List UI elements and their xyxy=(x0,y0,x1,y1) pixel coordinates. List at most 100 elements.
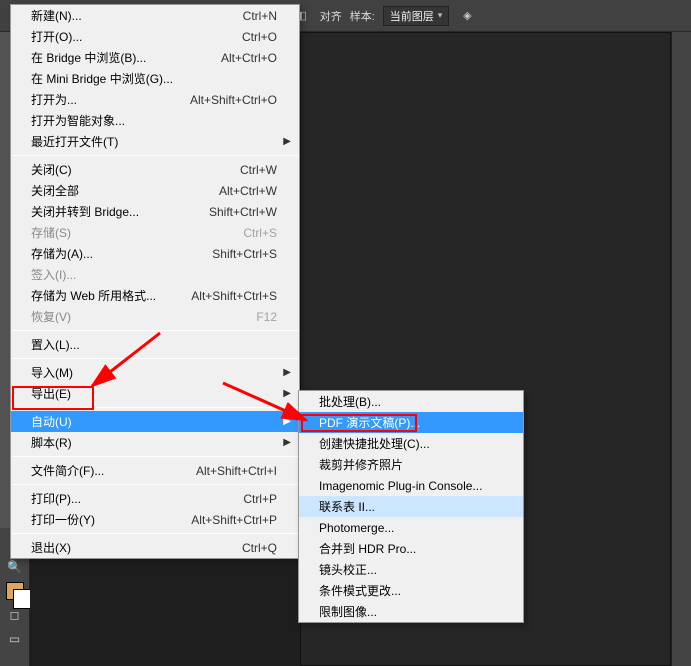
menu-item[interactable]: 镜头校正... xyxy=(299,559,523,580)
menu-item[interactable]: 自动(U) ▶ xyxy=(11,411,299,432)
screenmode-icon[interactable]: ▭ xyxy=(6,630,24,648)
menu-item-label: 打印一份(Y) xyxy=(31,511,95,528)
menu-item-label: 导出(E) xyxy=(31,385,71,402)
menu-item[interactable]: Photomerge... xyxy=(299,517,523,538)
submenu-arrow-icon: ▶ xyxy=(283,367,291,378)
sample-label: 样本: xyxy=(350,8,375,24)
menu-shortcut: Shift+Ctrl+S xyxy=(212,247,277,261)
menu-item[interactable]: 打开(O)...Ctrl+O xyxy=(11,26,299,47)
menu-item[interactable]: 关闭并转到 Bridge... Shift+Ctrl+W xyxy=(11,201,299,222)
menu-item-label: 限制图像... xyxy=(319,603,377,620)
menu-item-label: 新建(N)... xyxy=(31,7,82,24)
menu-item[interactable]: 最近打开文件(T) ▶ xyxy=(11,131,299,152)
menu-item-label: 打开为... xyxy=(31,91,77,108)
align-label: 对齐 xyxy=(320,8,342,24)
menu-item: 签入(I)... xyxy=(11,264,299,285)
menu-shortcut: Shift+Ctrl+W xyxy=(209,205,277,219)
menu-item-label: 关闭全部 xyxy=(31,182,79,199)
menu-shortcut: Ctrl+P xyxy=(243,492,277,506)
menu-item[interactable]: 关闭全部 Alt+Ctrl+W xyxy=(11,180,299,201)
menu-separator xyxy=(12,484,298,485)
menu-item-label: 存储为 Web 所用格式... xyxy=(31,287,156,304)
menu-item[interactable]: 批处理(B)... xyxy=(299,391,523,412)
menu-item-label: Imagenomic Plug-in Console... xyxy=(319,479,482,493)
menu-shortcut: Alt+Ctrl+W xyxy=(219,184,277,198)
menu-item-label: 文件简介(F)... xyxy=(31,462,104,479)
menu-item-label: 在 Bridge 中浏览(B)... xyxy=(31,49,146,66)
menu-item-label: 脚本(R) xyxy=(31,434,72,451)
menu-shortcut: Alt+Ctrl+O xyxy=(221,51,277,65)
menu-item-label: 打印(P)... xyxy=(31,490,81,507)
menu-separator xyxy=(12,358,298,359)
submenu-arrow-icon: ▶ xyxy=(283,136,291,147)
menu-separator xyxy=(12,533,298,534)
submenu-arrow-icon: ▶ xyxy=(283,437,291,448)
menu-separator xyxy=(12,407,298,408)
menu-item[interactable]: 打开为智能对象... xyxy=(11,110,299,131)
menu-item[interactable]: 退出(X) Ctrl+Q xyxy=(11,537,299,558)
menu-item[interactable]: 存储为 Web 所用格式... Alt+Shift+Ctrl+S xyxy=(11,285,299,306)
menu-item-label: 签入(I)... xyxy=(31,266,76,283)
menu-item-label: 置入(L)... xyxy=(31,336,80,353)
menu-item-label: 存储(S) xyxy=(31,224,71,241)
menu-shortcut: Ctrl+W xyxy=(240,163,277,177)
menu-item[interactable]: 新建(N)... Ctrl+N xyxy=(11,5,299,26)
menu-item-label: 打开为智能对象... xyxy=(31,112,125,129)
menu-item[interactable]: 裁剪并修齐照片 xyxy=(299,454,523,475)
menu-item-label: 创建快捷批处理(C)... xyxy=(319,435,430,452)
menu-item[interactable]: 限制图像... xyxy=(299,601,523,622)
menu-item-label: 合并到 HDR Pro... xyxy=(319,540,416,557)
menu-shortcut: Ctrl+Q xyxy=(242,541,277,555)
menu-item[interactable]: Imagenomic Plug-in Console... xyxy=(299,475,523,496)
menu-shortcut: Ctrl+O xyxy=(242,30,277,44)
menu-item[interactable]: 打印(P)... Ctrl+P xyxy=(11,488,299,509)
file-menu: 新建(N)...Ctrl+N打开(O)...Ctrl+O在 Bridge 中浏览… xyxy=(10,4,300,559)
menu-item-label: 关闭(C) xyxy=(31,161,72,178)
menu-item-label: Photomerge... xyxy=(319,521,394,535)
menu-separator xyxy=(12,456,298,457)
menu-item[interactable]: 打印一份(Y)Alt+Shift+Ctrl+P xyxy=(11,509,299,530)
panel-strip xyxy=(671,32,691,666)
menu-item: 恢复(V)F12 xyxy=(11,306,299,327)
menu-shortcut: Alt+Shift+Ctrl+I xyxy=(196,464,277,478)
menu-item[interactable]: 创建快捷批处理(C)... xyxy=(299,433,523,454)
menu-item-label: 在 Mini Bridge 中浏览(G)... xyxy=(31,70,173,87)
menu-item[interactable]: 联系表 II... xyxy=(299,496,523,517)
menu-item-label: 退出(X) xyxy=(31,539,71,556)
menu-item[interactable]: 存储为(A)... Shift+Ctrl+S xyxy=(11,243,299,264)
menu-item: 存储(S) Ctrl+S xyxy=(11,222,299,243)
sample-value[interactable]: 当前图层▾ xyxy=(383,6,450,26)
menu-item-label: 镜头校正... xyxy=(319,561,377,578)
menu-item-label: 存储为(A)... xyxy=(31,245,93,262)
menu-item-label: 最近打开文件(T) xyxy=(31,133,118,150)
menu-item-label: 导入(M) xyxy=(31,364,73,381)
menu-item[interactable]: 文件简介(F)... Alt+Shift+Ctrl+I xyxy=(11,460,299,481)
menu-item-label: 关闭并转到 Bridge... xyxy=(31,203,139,220)
menu-item[interactable]: 导出(E) ▶ xyxy=(11,383,299,404)
color-swatch[interactable] xyxy=(6,582,24,600)
menu-separator xyxy=(12,155,298,156)
menu-item[interactable]: 合并到 HDR Pro... xyxy=(299,538,523,559)
menu-shortcut: Ctrl+S xyxy=(243,226,277,240)
menu-item-label: 自动(U) xyxy=(31,413,72,430)
menu-item[interactable]: PDF 演示文稿(P)... xyxy=(299,412,523,433)
menu-shortcut: F12 xyxy=(256,310,277,324)
menu-item[interactable]: 在 Bridge 中浏览(B)... Alt+Ctrl+O xyxy=(11,47,299,68)
menu-shortcut: Ctrl+N xyxy=(243,9,277,23)
menu-item[interactable]: 导入(M) ▶ xyxy=(11,362,299,383)
menu-item[interactable]: 条件模式更改... xyxy=(299,580,523,601)
menu-shortcut: Alt+Shift+Ctrl+O xyxy=(190,93,277,107)
menu-item-label: 条件模式更改... xyxy=(319,582,401,599)
menu-shortcut: Alt+Shift+Ctrl+S xyxy=(191,289,277,303)
menu-item[interactable]: 在 Mini Bridge 中浏览(G)... xyxy=(11,68,299,89)
tool-icon-7[interactable]: ◈ xyxy=(457,6,477,26)
menu-item-label: PDF 演示文稿(P)... xyxy=(319,414,420,431)
submenu-arrow-icon: ▶ xyxy=(283,416,291,427)
menu-separator xyxy=(12,330,298,331)
menu-item[interactable]: 脚本(R) ▶ xyxy=(11,432,299,453)
menu-item[interactable]: 关闭(C) Ctrl+W xyxy=(11,159,299,180)
menu-item[interactable]: 打开为... Alt+Shift+Ctrl+O xyxy=(11,89,299,110)
zoom-tool-icon[interactable]: 🔍 xyxy=(6,558,24,576)
submenu-arrow-icon: ▶ xyxy=(283,388,291,399)
menu-item[interactable]: 置入(L)... xyxy=(11,334,299,355)
